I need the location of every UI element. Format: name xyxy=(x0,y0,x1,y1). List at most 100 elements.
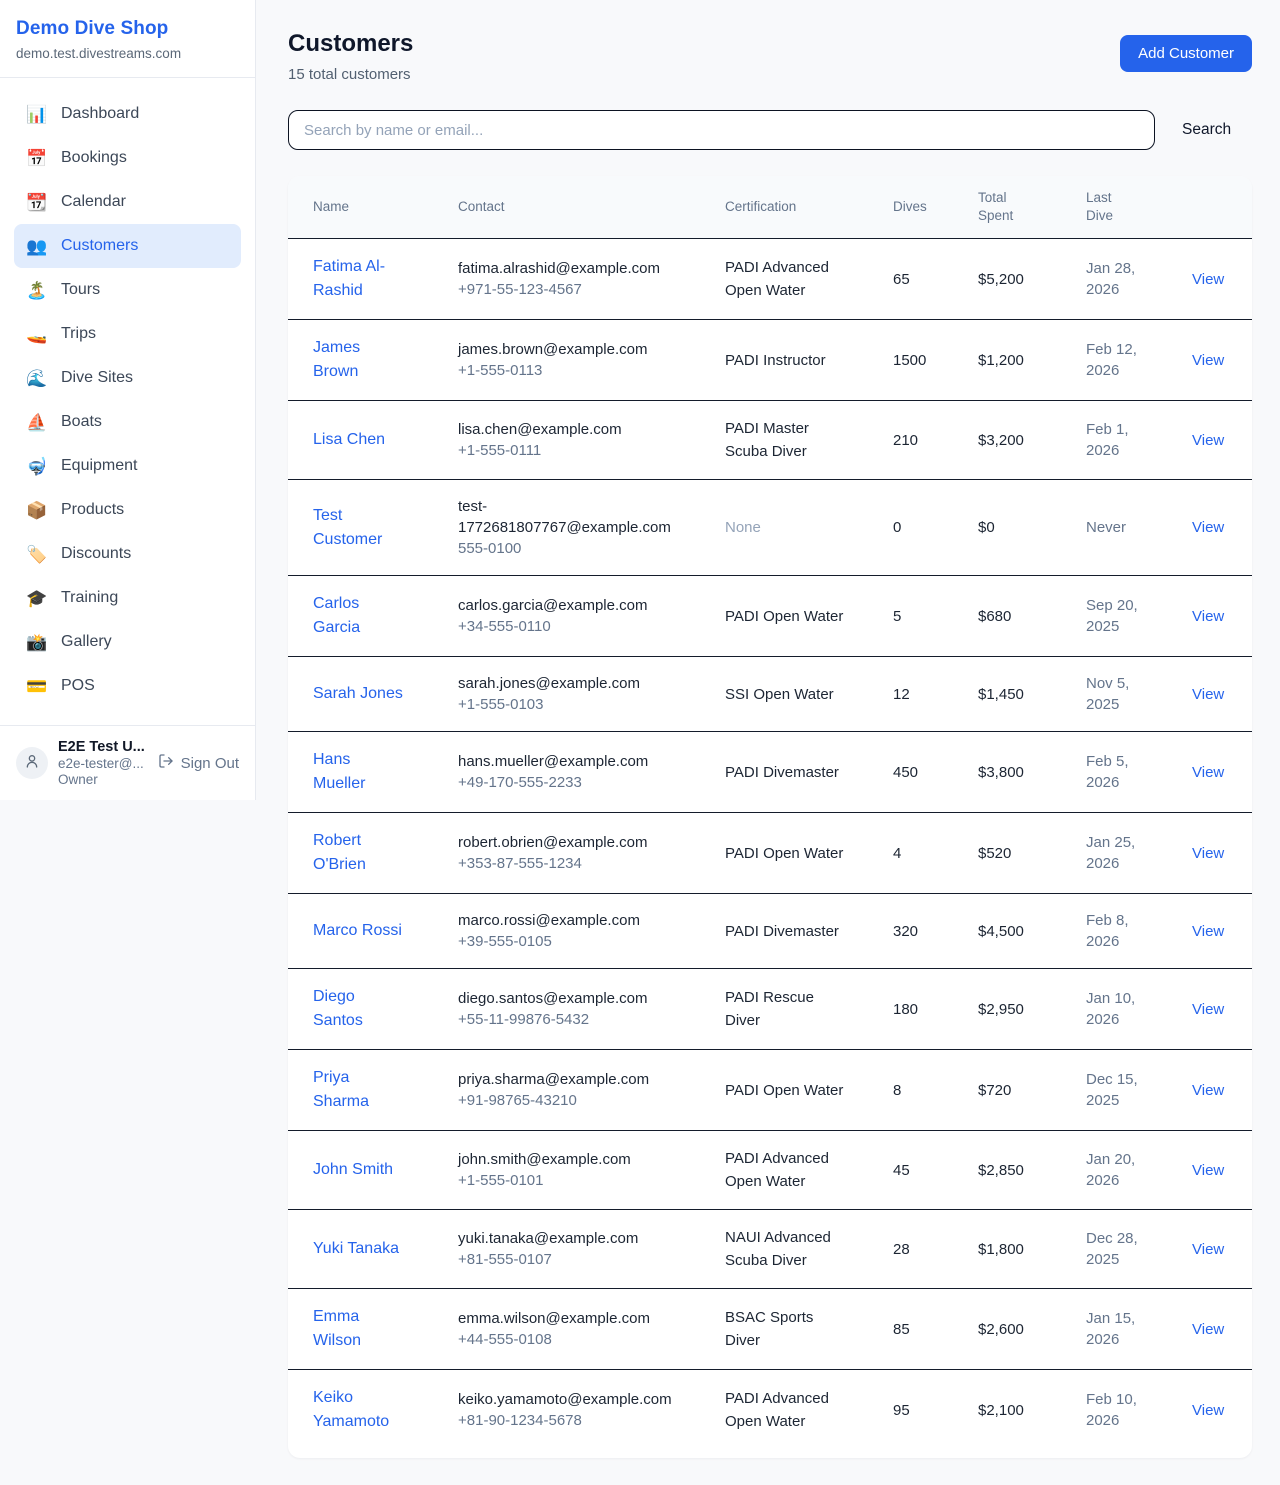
user-info: E2E Test U... e2e-tester@... Owner xyxy=(58,739,145,787)
view-customer-link[interactable]: View xyxy=(1192,686,1224,703)
table-row: Robert O'Brien robert.obrien@example.com… xyxy=(288,813,1252,894)
view-customer-link[interactable]: View xyxy=(1192,352,1224,369)
table-row: Carlos Garcia carlos.garcia@example.com … xyxy=(288,576,1252,657)
customer-total-spent: $2,100 xyxy=(978,1384,1086,1437)
view-customer-link[interactable]: View xyxy=(1192,271,1224,288)
customer-name-link[interactable]: John Smith xyxy=(313,1161,393,1178)
view-customer-link[interactable]: View xyxy=(1192,764,1224,781)
view-customer-link[interactable]: View xyxy=(1192,519,1224,536)
customer-name-link[interactable]: Emma Wilson xyxy=(313,1308,361,1349)
view-customer-link[interactable]: View xyxy=(1192,923,1224,940)
sidebar-item-products[interactable]: 📦 Products xyxy=(14,488,241,532)
view-customer-link[interactable]: View xyxy=(1192,1241,1224,1258)
customers-table-card: Name Contact Certification Dives Total S… xyxy=(288,176,1252,1458)
customer-email: lisa.chen@example.com xyxy=(458,419,673,440)
view-customer-link[interactable]: View xyxy=(1192,432,1224,449)
customer-name-link[interactable]: Marco Rossi xyxy=(313,922,402,939)
customer-total-spent: $680 xyxy=(978,590,1086,643)
search-button[interactable]: Search xyxy=(1182,121,1231,139)
bookings-icon: 📅 xyxy=(26,150,48,167)
customer-name-link[interactable]: Lisa Chen xyxy=(313,431,385,448)
customer-name-link[interactable]: Keiko Yamamoto xyxy=(313,1389,389,1430)
sidebar-item-label: Dashboard xyxy=(61,105,139,123)
sidebar-item-gallery[interactable]: 📸 Gallery xyxy=(14,620,241,664)
table-row: Lisa Chen lisa.chen@example.com +1-555-0… xyxy=(288,401,1252,480)
column-header-name: Name xyxy=(313,185,458,229)
customer-last-dive: Feb 5, 2026 xyxy=(1086,735,1192,809)
customer-name-link[interactable]: Yuki Tanaka xyxy=(313,1240,399,1257)
customer-email: fatima.alrashid@example.com xyxy=(458,258,673,279)
customer-name-link[interactable]: Fatima Al-Rashid xyxy=(313,258,385,299)
sidebar-item-training[interactable]: 🎓 Training xyxy=(14,576,241,620)
sidebar-item-equipment[interactable]: 🤿 Equipment xyxy=(14,444,241,488)
customer-last-dive: Sep 20, 2025 xyxy=(1086,579,1192,653)
customer-phone: +81-90-1234-5678 xyxy=(458,1410,673,1431)
view-customer-link[interactable]: View xyxy=(1192,1321,1224,1338)
customer-name-link[interactable]: James Brown xyxy=(313,339,360,380)
column-header-total-spent: Total Spent xyxy=(978,176,1086,238)
customer-name-link[interactable]: Sarah Jones xyxy=(313,685,403,702)
sidebar-item-pos[interactable]: 💳 POS xyxy=(14,664,241,708)
customer-name-link[interactable]: Hans Mueller xyxy=(313,751,365,792)
customer-certification: PADI Advanced Open Water xyxy=(725,1371,893,1449)
sidebar-item-calendar[interactable]: 📆 Calendar xyxy=(14,180,241,224)
training-icon: 🎓 xyxy=(26,590,48,607)
sign-out-button[interactable]: Sign Out xyxy=(158,753,239,773)
customer-dives: 5 xyxy=(893,590,978,643)
customer-total-spent: $4,500 xyxy=(978,905,1086,958)
logout-icon xyxy=(158,753,174,773)
customer-dives: 450 xyxy=(893,746,978,799)
view-customer-link[interactable]: View xyxy=(1192,1402,1224,1419)
sidebar-item-label: Trips xyxy=(61,325,96,343)
view-customer-link[interactable]: View xyxy=(1192,1001,1224,1018)
sidebar-item-boats[interactable]: ⛵ Boats xyxy=(14,400,241,444)
view-customer-link[interactable]: View xyxy=(1192,1162,1224,1179)
customer-name-link[interactable]: Priya Sharma xyxy=(313,1069,369,1110)
gallery-icon: 📸 xyxy=(26,634,48,651)
customer-name-link[interactable]: Carlos Garcia xyxy=(313,595,360,636)
shop-subdomain: demo.test.divestreams.com xyxy=(16,46,239,61)
customer-certification: SSI Open Water xyxy=(725,667,893,722)
sidebar-item-dive-sites[interactable]: 🌊 Dive Sites xyxy=(14,356,241,400)
sidebar-item-trips[interactable]: 🚤 Trips xyxy=(14,312,241,356)
customer-last-dive: Jan 10, 2026 xyxy=(1086,972,1192,1046)
sidebar-item-customers[interactable]: 👥 Customers xyxy=(14,224,241,268)
customer-dives: 65 xyxy=(893,253,978,306)
view-customer-link[interactable]: View xyxy=(1192,845,1224,862)
table-row: Sarah Jones sarah.jones@example.com +1-5… xyxy=(288,657,1252,732)
sidebar-item-tours[interactable]: 🏝️ Tours xyxy=(14,268,241,312)
customer-name-link[interactable]: Test Customer xyxy=(313,507,382,548)
add-customer-button[interactable]: Add Customer xyxy=(1120,35,1252,72)
customers-icon: 👥 xyxy=(26,238,48,255)
page-header-titles: Customers 15 total customers xyxy=(288,30,413,83)
customer-dives: 210 xyxy=(893,414,978,467)
boats-icon: ⛵ xyxy=(26,414,48,431)
sidebar-item-discounts[interactable]: 🏷️ Discounts xyxy=(14,532,241,576)
view-customer-link[interactable]: View xyxy=(1192,1082,1224,1099)
customer-name-link[interactable]: Diego Santos xyxy=(313,988,363,1029)
customer-phone: +91-98765-43210 xyxy=(458,1090,673,1111)
customer-email: robert.obrien@example.com xyxy=(458,832,673,853)
customer-total-spent: $5,200 xyxy=(978,253,1086,306)
customer-name-link[interactable]: Robert O'Brien xyxy=(313,832,366,873)
dashboard-icon: 📊 xyxy=(26,106,48,123)
customer-certification: PADI Open Water xyxy=(725,589,893,644)
customer-total-spent: $2,600 xyxy=(978,1303,1086,1356)
table-row: John Smith john.smith@example.com +1-555… xyxy=(288,1131,1252,1210)
search-input[interactable] xyxy=(288,110,1155,150)
tours-icon: 🏝️ xyxy=(26,282,48,299)
sidebar-item-bookings[interactable]: 📅 Bookings xyxy=(14,136,241,180)
sidebar-item-dashboard[interactable]: 📊 Dashboard xyxy=(14,92,241,136)
customer-phone: +39-555-0105 xyxy=(458,931,673,952)
view-customer-link[interactable]: View xyxy=(1192,608,1224,625)
customer-certification: PADI Open Water xyxy=(725,1063,893,1118)
customer-email: marco.rossi@example.com xyxy=(458,910,673,931)
sidebar-item-label: Dive Sites xyxy=(61,369,133,387)
sidebar-item-label: Tours xyxy=(61,281,100,299)
customer-email: test-1772681807767@example.com xyxy=(458,496,673,538)
customer-last-dive: Feb 8, 2026 xyxy=(1086,894,1192,968)
customer-last-dive: Nov 5, 2025 xyxy=(1086,657,1192,731)
customer-total-spent: $720 xyxy=(978,1064,1086,1117)
customer-phone: +81-555-0107 xyxy=(458,1249,673,1270)
customer-email: priya.sharma@example.com xyxy=(458,1069,673,1090)
